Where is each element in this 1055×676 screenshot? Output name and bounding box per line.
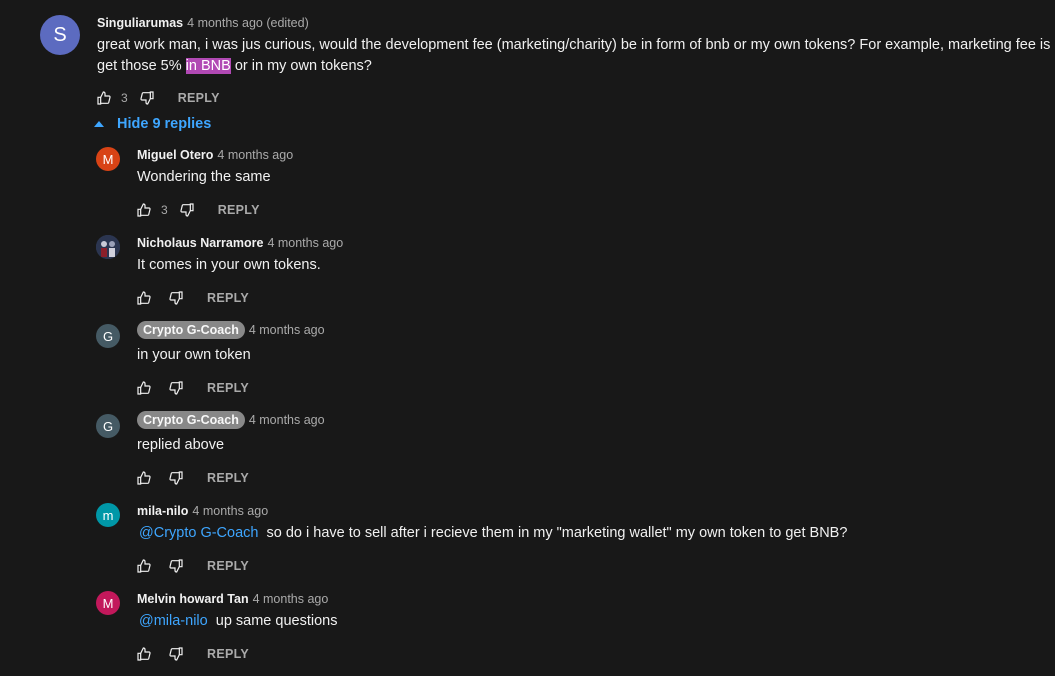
reply-header: Nicholaus Narramore 4 months ago — [137, 236, 343, 250]
reply-actions: REPLY — [135, 644, 249, 664]
comment-text-before: get those 5% — [97, 58, 186, 74]
like-count: 3 — [121, 91, 128, 105]
comment-text-line-1: great work man, i was jus curious, would… — [97, 37, 1055, 53]
thumbs-down-icon[interactable] — [178, 201, 196, 219]
mention-link[interactable]: @mila-nilo — [139, 613, 208, 629]
thumbs-up-icon[interactable] — [95, 89, 113, 107]
reply-header: Crypto G-Coach 4 months ago — [137, 321, 325, 339]
thumbs-down-icon[interactable] — [167, 645, 185, 663]
avatar[interactable] — [96, 235, 120, 259]
comment-text-after: or in my own tokens? — [230, 58, 372, 74]
reply-author[interactable]: Nicholaus Narramore — [137, 236, 263, 250]
thumbs-up-icon[interactable] — [135, 469, 153, 487]
avatar[interactable]: M — [96, 591, 120, 615]
reply-text: Wondering the same — [137, 169, 271, 185]
reply-text: so do i have to sell after i recieve the… — [266, 525, 848, 541]
reply-button[interactable]: REPLY — [218, 203, 260, 217]
thumbs-up-icon[interactable] — [135, 379, 153, 397]
reply-header: mila-nilo 4 months ago — [137, 504, 268, 518]
reply-text: It comes in your own tokens. — [137, 257, 321, 273]
reply-actions: REPLY — [135, 556, 249, 576]
avatar-letter: m — [102, 507, 114, 523]
reply-actions: REPLY — [135, 288, 249, 308]
reply-header: Melvin howard Tan 4 months ago — [137, 592, 328, 606]
reply-time[interactable]: 4 months ago — [253, 592, 329, 606]
thumbs-down-icon[interactable] — [167, 557, 185, 575]
reply-time[interactable]: 4 months ago — [249, 413, 325, 427]
thumbs-up-icon[interactable] — [135, 557, 153, 575]
comment-author[interactable]: Singuliarumas — [97, 16, 183, 30]
reply-time[interactable]: 4 months ago — [192, 504, 268, 518]
reply-text: replied above — [137, 437, 225, 453]
reply-button[interactable]: REPLY — [207, 381, 249, 395]
mention-link[interactable]: @Crypto G-Coach — [139, 525, 258, 541]
comment-text-line-2: get those 5% in BNB or in my own tokens? — [97, 56, 372, 77]
reply-time[interactable]: 4 months ago — [217, 148, 293, 162]
avatar-letter: S — [53, 23, 67, 46]
avatar-letter: G — [102, 418, 114, 434]
reply-header: Miguel Otero 4 months ago — [137, 148, 293, 162]
reply-text-row: @mila-nilo up same questions — [139, 611, 337, 632]
reply-text-row: @Crypto G-Coach so do i have to sell aft… — [139, 523, 847, 544]
avatar-letter: M — [102, 595, 114, 611]
thumbs-down-icon[interactable] — [167, 469, 185, 487]
reply-header: Crypto G-Coach 4 months ago — [137, 411, 325, 429]
reply-button[interactable]: REPLY — [207, 291, 249, 305]
avatar-letter: M — [102, 151, 114, 167]
thumbs-up-icon[interactable] — [135, 645, 153, 663]
reply-actions: 3 REPLY — [135, 200, 260, 220]
reply-text: up same questions — [215, 613, 338, 629]
thumbs-down-icon[interactable] — [138, 89, 156, 107]
reply-button[interactable]: REPLY — [207, 471, 249, 485]
thumbs-up-icon[interactable] — [135, 289, 153, 307]
creator-badge[interactable]: Crypto G-Coach — [137, 321, 245, 339]
like-count: 3 — [161, 203, 168, 217]
reply-time[interactable]: 4 months ago — [267, 236, 343, 250]
reply-author[interactable]: Miguel Otero — [137, 148, 213, 162]
hide-replies-label: Hide 9 replies — [117, 116, 212, 132]
avatar[interactable]: G — [96, 324, 120, 348]
reply-actions: REPLY — [135, 468, 249, 488]
highlighted-text: in BNB — [185, 58, 231, 74]
avatar[interactable]: M — [96, 147, 120, 171]
thumbs-down-icon[interactable] — [167, 289, 185, 307]
hide-replies-button[interactable]: Hide 9 replies — [94, 116, 211, 132]
avatar[interactable]: m — [96, 503, 120, 527]
reply-author[interactable]: Melvin howard Tan — [137, 592, 249, 606]
chevron-up-icon — [94, 121, 104, 127]
thumbs-down-icon[interactable] — [167, 379, 185, 397]
reply-author[interactable]: mila-nilo — [137, 504, 188, 518]
thumbs-up-icon[interactable] — [135, 201, 153, 219]
reply-button[interactable]: REPLY — [207, 559, 249, 573]
avatar-letter: G — [102, 328, 114, 344]
comment-actions: 3 REPLY — [95, 88, 220, 108]
reply-button[interactable]: REPLY — [207, 647, 249, 661]
avatar[interactable]: S — [40, 15, 80, 55]
reply-actions: REPLY — [135, 378, 249, 398]
comment-time[interactable]: 4 months ago (edited) — [187, 16, 309, 30]
comments-section: S Singuliarumas 4 months ago (edited) gre… — [0, 0, 1055, 676]
reply-time[interactable]: 4 months ago — [249, 323, 325, 337]
creator-badge[interactable]: Crypto G-Coach — [137, 411, 245, 429]
reply-text: in your own token — [137, 347, 251, 363]
avatar[interactable]: G — [96, 414, 120, 438]
comment-header: Singuliarumas 4 months ago (edited) — [97, 16, 309, 30]
avatar-image-icon — [96, 235, 120, 259]
reply-button[interactable]: REPLY — [178, 91, 220, 105]
